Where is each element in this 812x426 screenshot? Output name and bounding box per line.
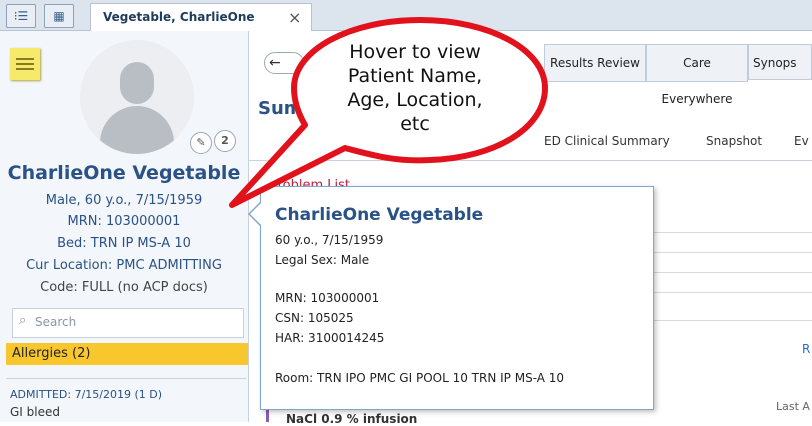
callout-line: Patient Name, [347,65,483,87]
callout-line: Hover to view [349,41,481,63]
callout-line: etc [400,113,430,135]
callout-line: Age, Location, [347,89,483,111]
callout-text: Hover to view Patient Name, Age, Locatio… [315,40,515,136]
